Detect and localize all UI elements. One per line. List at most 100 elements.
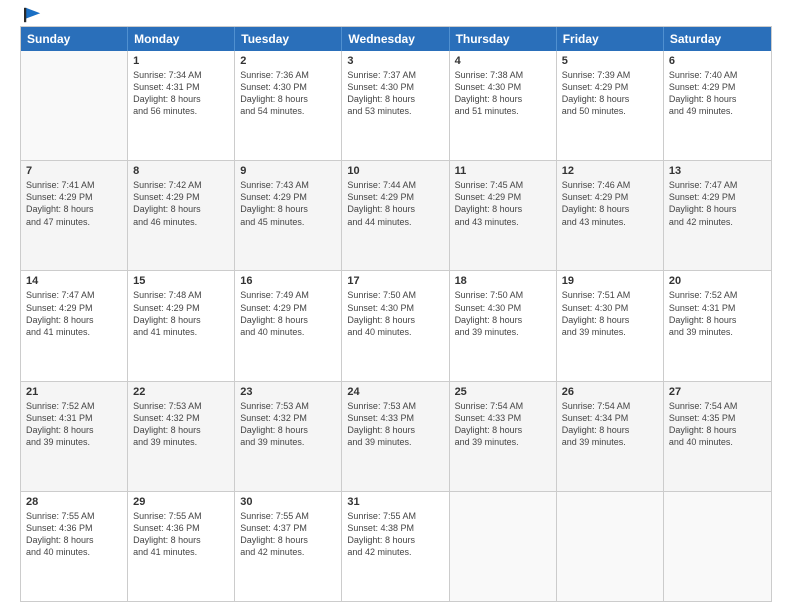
day-number: 10 <box>347 165 443 177</box>
day-info: Sunrise: 7:37 AM Sunset: 4:30 PM Dayligh… <box>347 69 443 118</box>
day-number: 7 <box>26 165 122 177</box>
day-number: 19 <box>562 275 658 287</box>
day-info: Sunrise: 7:39 AM Sunset: 4:29 PM Dayligh… <box>562 69 658 118</box>
day-info: Sunrise: 7:54 AM Sunset: 4:35 PM Dayligh… <box>669 400 766 449</box>
day-cell-27: 27 Sunrise: 7:54 AM Sunset: 4:35 PM Dayli… <box>664 382 771 491</box>
day-cell-13: 13 Sunrise: 7:47 AM Sunset: 4:29 PM Dayli… <box>664 161 771 270</box>
day-cell-19: 19Sunrise: 7:51 AM Sunset: 4:30 PM Dayli… <box>557 271 664 380</box>
day-info: Sunrise: 7:55 AM Sunset: 4:37 PM Dayligh… <box>240 510 336 559</box>
day-info: Sunrise: 7:48 AM Sunset: 4:29 PM Dayligh… <box>133 289 229 338</box>
day-info: Sunrise: 7:49 AM Sunset: 4:29 PM Dayligh… <box>240 289 336 338</box>
day-cell-31: 31 Sunrise: 7:55 AM Sunset: 4:38 PM Dayli… <box>342 492 449 601</box>
day-info: Sunrise: 7:44 AM Sunset: 4:29 PM Dayligh… <box>347 179 443 228</box>
day-cell-7: 7 Sunrise: 7:41 AM Sunset: 4:29 PM Daylig… <box>21 161 128 270</box>
day-number: 1 <box>133 55 229 67</box>
header-day-monday: Monday <box>128 27 235 51</box>
calendar: SundayMondayTuesdayWednesdayThursdayFrid… <box>20 26 772 602</box>
day-info: Sunrise: 7:55 AM Sunset: 4:36 PM Dayligh… <box>133 510 229 559</box>
header-day-friday: Friday <box>557 27 664 51</box>
header-day-thursday: Thursday <box>450 27 557 51</box>
day-cell-21: 21 Sunrise: 7:52 AM Sunset: 4:31 PM Dayli… <box>21 382 128 491</box>
day-number: 4 <box>455 55 551 67</box>
header-day-sunday: Sunday <box>21 27 128 51</box>
day-number: 23 <box>240 386 336 398</box>
day-number: 12 <box>562 165 658 177</box>
day-number: 28 <box>26 496 122 508</box>
empty-cell <box>450 492 557 601</box>
day-cell-20: 20 Sunrise: 7:52 AM Sunset: 4:31 PM Dayli… <box>664 271 771 380</box>
day-cell-26: 26 Sunrise: 7:54 AM Sunset: 4:34 PM Dayli… <box>557 382 664 491</box>
day-info: Sunrise: 7:43 AM Sunset: 4:29 PM Dayligh… <box>240 179 336 228</box>
calendar-body: 1 Sunrise: 7:34 AM Sunset: 4:31 PM Daylig… <box>21 51 771 601</box>
day-info: Sunrise: 7:53 AM Sunset: 4:32 PM Dayligh… <box>240 400 336 449</box>
day-cell-4: 4 Sunrise: 7:38 AM Sunset: 4:30 PM Daylig… <box>450 51 557 160</box>
logo-flag-icon <box>24 6 42 24</box>
day-number: 2 <box>240 55 336 67</box>
day-info: Sunrise: 7:42 AM Sunset: 4:29 PM Dayligh… <box>133 179 229 228</box>
day-number: 18 <box>455 275 551 287</box>
day-cell-29: 29 Sunrise: 7:55 AM Sunset: 4:36 PM Dayli… <box>128 492 235 601</box>
day-number: 17 <box>347 275 443 287</box>
day-cell-16: 16 Sunrise: 7:49 AM Sunset: 4:29 PM Dayli… <box>235 271 342 380</box>
day-number: 30 <box>240 496 336 508</box>
day-number: 3 <box>347 55 443 67</box>
day-number: 24 <box>347 386 443 398</box>
day-cell-12: 12Sunrise: 7:46 AM Sunset: 4:29 PM Dayli… <box>557 161 664 270</box>
day-number: 20 <box>669 275 766 287</box>
calendar-week-1: 1 Sunrise: 7:34 AM Sunset: 4:31 PM Daylig… <box>21 51 771 160</box>
day-number: 21 <box>26 386 122 398</box>
calendar-header: SundayMondayTuesdayWednesdayThursdayFrid… <box>21 27 771 51</box>
day-number: 14 <box>26 275 122 287</box>
page: SundayMondayTuesdayWednesdayThursdayFrid… <box>0 0 792 612</box>
header-day-tuesday: Tuesday <box>235 27 342 51</box>
day-info: Sunrise: 7:52 AM Sunset: 4:31 PM Dayligh… <box>669 289 766 338</box>
day-info: Sunrise: 7:36 AM Sunset: 4:30 PM Dayligh… <box>240 69 336 118</box>
day-number: 27 <box>669 386 766 398</box>
header-day-saturday: Saturday <box>664 27 771 51</box>
day-cell-25: 25 Sunrise: 7:54 AM Sunset: 4:33 PM Dayli… <box>450 382 557 491</box>
day-cell-6: 6 Sunrise: 7:40 AM Sunset: 4:29 PM Daylig… <box>664 51 771 160</box>
day-info: Sunrise: 7:50 AM Sunset: 4:30 PM Dayligh… <box>455 289 551 338</box>
day-number: 11 <box>455 165 551 177</box>
day-number: 13 <box>669 165 766 177</box>
day-number: 29 <box>133 496 229 508</box>
day-number: 6 <box>669 55 766 67</box>
day-cell-5: 5Sunrise: 7:39 AM Sunset: 4:29 PM Daylig… <box>557 51 664 160</box>
day-cell-11: 11 Sunrise: 7:45 AM Sunset: 4:29 PM Dayli… <box>450 161 557 270</box>
day-cell-10: 10 Sunrise: 7:44 AM Sunset: 4:29 PM Dayli… <box>342 161 449 270</box>
day-info: Sunrise: 7:54 AM Sunset: 4:33 PM Dayligh… <box>455 400 551 449</box>
day-info: Sunrise: 7:41 AM Sunset: 4:29 PM Dayligh… <box>26 179 122 228</box>
day-number: 26 <box>562 386 658 398</box>
header-day-wednesday: Wednesday <box>342 27 449 51</box>
day-info: Sunrise: 7:53 AM Sunset: 4:32 PM Dayligh… <box>133 400 229 449</box>
day-cell-18: 18 Sunrise: 7:50 AM Sunset: 4:30 PM Dayli… <box>450 271 557 380</box>
calendar-week-5: 28 Sunrise: 7:55 AM Sunset: 4:36 PM Dayli… <box>21 491 771 601</box>
day-cell-14: 14 Sunrise: 7:47 AM Sunset: 4:29 PM Dayli… <box>21 271 128 380</box>
day-cell-22: 22 Sunrise: 7:53 AM Sunset: 4:32 PM Dayli… <box>128 382 235 491</box>
day-info: Sunrise: 7:52 AM Sunset: 4:31 PM Dayligh… <box>26 400 122 449</box>
day-number: 16 <box>240 275 336 287</box>
calendar-week-3: 14 Sunrise: 7:47 AM Sunset: 4:29 PM Dayli… <box>21 270 771 380</box>
day-info: Sunrise: 7:55 AM Sunset: 4:38 PM Dayligh… <box>347 510 443 559</box>
calendar-week-2: 7 Sunrise: 7:41 AM Sunset: 4:29 PM Daylig… <box>21 160 771 270</box>
day-info: Sunrise: 7:38 AM Sunset: 4:30 PM Dayligh… <box>455 69 551 118</box>
day-cell-1: 1 Sunrise: 7:34 AM Sunset: 4:31 PM Daylig… <box>128 51 235 160</box>
day-cell-30: 30 Sunrise: 7:55 AM Sunset: 4:37 PM Dayli… <box>235 492 342 601</box>
day-cell-3: 3 Sunrise: 7:37 AM Sunset: 4:30 PM Daylig… <box>342 51 449 160</box>
day-info: Sunrise: 7:34 AM Sunset: 4:31 PM Dayligh… <box>133 69 229 118</box>
empty-cell <box>21 51 128 160</box>
day-cell-28: 28Sunrise: 7:55 AM Sunset: 4:36 PM Dayli… <box>21 492 128 601</box>
day-info: Sunrise: 7:47 AM Sunset: 4:29 PM Dayligh… <box>26 289 122 338</box>
day-cell-2: 2 Sunrise: 7:36 AM Sunset: 4:30 PM Daylig… <box>235 51 342 160</box>
day-number: 31 <box>347 496 443 508</box>
day-number: 15 <box>133 275 229 287</box>
day-number: 8 <box>133 165 229 177</box>
day-info: Sunrise: 7:47 AM Sunset: 4:29 PM Dayligh… <box>669 179 766 228</box>
day-number: 22 <box>133 386 229 398</box>
day-info: Sunrise: 7:45 AM Sunset: 4:29 PM Dayligh… <box>455 179 551 228</box>
day-info: Sunrise: 7:54 AM Sunset: 4:34 PM Dayligh… <box>562 400 658 449</box>
empty-cell <box>664 492 771 601</box>
day-number: 25 <box>455 386 551 398</box>
day-info: Sunrise: 7:40 AM Sunset: 4:29 PM Dayligh… <box>669 69 766 118</box>
day-number: 9 <box>240 165 336 177</box>
